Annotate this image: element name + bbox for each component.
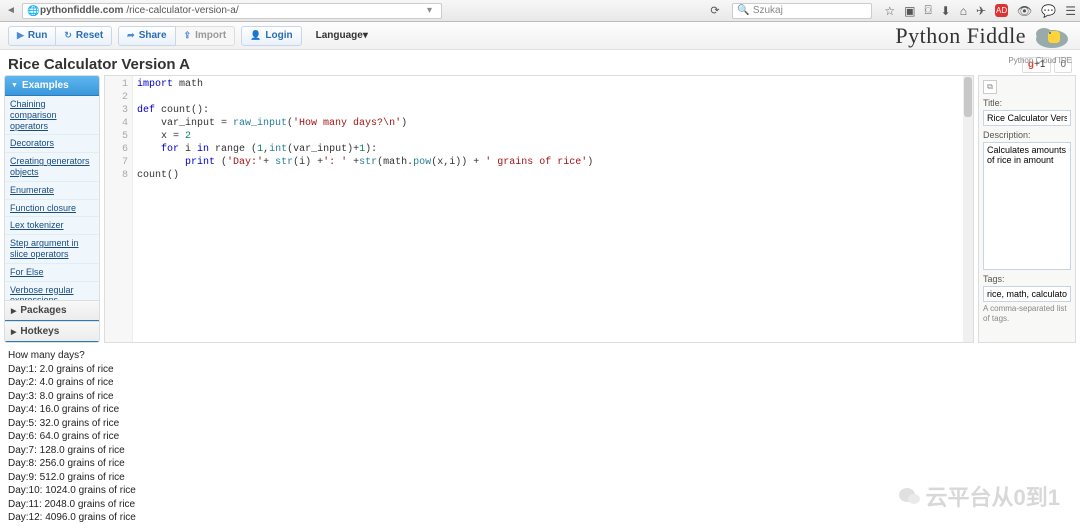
tags-label: Tags: — [983, 274, 1071, 284]
run-button[interactable]: ▶Run — [8, 26, 56, 46]
example-item[interactable]: For Else — [5, 264, 99, 282]
console-line: Day:5: 32.0 grains of rice — [8, 417, 1072, 431]
triangle-right-icon: ▶ — [11, 307, 16, 315]
reload-icon[interactable]: ⟳ — [710, 4, 724, 17]
play-icon: ▶ — [17, 30, 24, 41]
example-item[interactable]: Chaining comparison operators — [5, 96, 99, 135]
example-item[interactable]: Verbose regular expressions — [5, 282, 99, 300]
url-host: pythonfiddle.com — [40, 5, 123, 16]
url-path: /rice-calculator-version-a/ — [126, 5, 238, 16]
line-gutter: 1 2 3 4 5 6 7 8 — [105, 76, 133, 342]
share-icon: ➦ — [127, 30, 135, 41]
hotkeys-header[interactable]: ▶Hotkeys — [5, 321, 99, 342]
import-button[interactable]: ⇪Import — [176, 26, 236, 46]
inbox-icon[interactable]: ▣ — [904, 4, 915, 18]
sidebar: ▼Examples Chaining comparison operators … — [4, 75, 100, 343]
console-line: Day:8: 256.0 grains of rice — [8, 457, 1072, 471]
adblock-icon[interactable]: AD — [995, 4, 1008, 17]
editor-scrollbar[interactable] — [963, 76, 973, 342]
chat-icon[interactable]: 💬 — [1041, 4, 1056, 18]
console-line: Day:4: 16.0 grains of rice — [8, 403, 1072, 417]
download-icon[interactable]: ⬇ — [941, 4, 951, 18]
watermark: 云平台从0到1 — [898, 480, 1060, 512]
title-row: Rice Calculator Version A g+1 0 — [0, 50, 1080, 75]
triangle-right-icon: ▶ — [11, 328, 16, 336]
tags-input[interactable] — [983, 286, 1071, 302]
main-area: ▼Examples Chaining comparison operators … — [0, 75, 1080, 343]
brand-text: Python Fiddle — [895, 23, 1026, 49]
login-button[interactable]: 👤Login — [241, 26, 301, 46]
send-icon[interactable]: ✈ — [976, 4, 986, 18]
home-icon[interactable]: ⌂ — [960, 4, 967, 18]
embed-icon[interactable]: ⧉ — [983, 80, 997, 94]
console-line: Day:3: 8.0 grains of rice — [8, 390, 1072, 404]
pocket-icon[interactable]: ⌼ — [924, 3, 931, 18]
example-item[interactable]: Creating generators objects — [5, 153, 99, 182]
language-selector[interactable]: Language▾ — [316, 30, 368, 41]
console-line: Day:7: 128.0 grains of rice — [8, 444, 1072, 458]
example-item[interactable]: Enumerate — [5, 182, 99, 200]
console-line: Day:2: 4.0 grains of rice — [8, 376, 1072, 390]
examples-list: Chaining comparison operators Decorators… — [5, 96, 99, 300]
globe-icon: 🌐 — [27, 6, 37, 16]
brand-subtitle: Python Cloud IDE — [1008, 56, 1072, 65]
back-icon[interactable]: ◄ — [4, 4, 18, 18]
example-item[interactable]: Decorators — [5, 135, 99, 153]
brand-logo-icon — [1032, 21, 1072, 51]
example-item[interactable]: Step argument in slice operators — [5, 235, 99, 264]
title-input[interactable] — [983, 110, 1071, 126]
code-body[interactable]: import math def count(): var_input = raw… — [133, 76, 973, 342]
meta-panel: ⧉ Title: Description: Calculates amounts… — [978, 75, 1076, 343]
console-line: Day:6: 64.0 grains of rice — [8, 430, 1072, 444]
browser-search[interactable]: 🔍 Szukaj — [732, 3, 872, 19]
eye-icon[interactable]: 👁 — [1017, 4, 1032, 18]
refresh-icon: ↻ — [64, 30, 72, 41]
title-label: Title: — [983, 98, 1071, 108]
console-line: Day:12: 4096.0 grains of rice — [8, 511, 1072, 525]
desc-textarea[interactable]: Calculates amounts of rice in amount — [983, 142, 1071, 270]
browser-chrome: ◄ 🌐 pythonfiddle.com/rice-calculator-ver… — [0, 0, 1080, 22]
address-bar[interactable]: 🌐 pythonfiddle.com/rice-calculator-versi… — [22, 3, 442, 19]
share-button[interactable]: ➦Share — [118, 26, 175, 46]
examples-header[interactable]: ▼Examples — [5, 76, 99, 96]
console-line: How many days? — [8, 349, 1072, 363]
triangle-down-icon: ▼ — [11, 82, 18, 89]
brand: Python Fiddle — [895, 21, 1072, 51]
search-placeholder: Szukaj — [753, 5, 783, 16]
tags-hint: A comma-separated list of tags. — [983, 304, 1071, 323]
reset-button[interactable]: ↻Reset — [56, 26, 112, 46]
search-icon: 🔍 — [737, 5, 749, 16]
user-icon: 👤 — [250, 30, 261, 41]
toolbar-icons: ☆ ▣ ⌼ ⬇ ⌂ ✈ AD 👁 💬 ☰ — [884, 3, 1076, 18]
page-title: Rice Calculator Version A — [8, 56, 190, 73]
star-icon[interactable]: ☆ — [884, 4, 895, 18]
console-line: Day:1: 2.0 grains of rice — [8, 363, 1072, 377]
app-toolbar: ▶Run ↻Reset ➦Share ⇪Import 👤Login Langua… — [0, 22, 1080, 50]
code-editor[interactable]: 1 2 3 4 5 6 7 8 import math def count():… — [104, 75, 974, 343]
packages-header[interactable]: ▶Packages — [5, 300, 99, 321]
example-item[interactable]: Lex tokenizer — [5, 217, 99, 235]
menu-icon[interactable]: ☰ — [1065, 4, 1076, 18]
dropdown-icon[interactable]: ▾ — [427, 5, 437, 16]
wechat-icon — [898, 486, 922, 506]
desc-label: Description: — [983, 130, 1071, 140]
example-item[interactable]: Function closure — [5, 200, 99, 218]
import-icon: ⇪ — [184, 30, 192, 41]
